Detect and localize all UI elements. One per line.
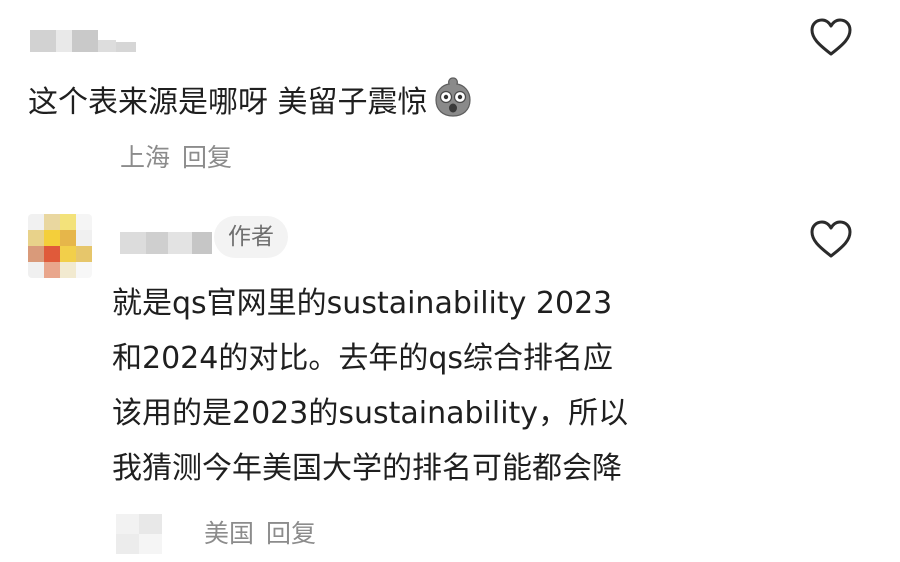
username-redacted[interactable] xyxy=(120,232,212,254)
comment-line: 和2024的对比。去年的qs综合排名应 xyxy=(112,341,614,376)
username-redacted[interactable] xyxy=(30,30,136,52)
heart-outline-icon[interactable] xyxy=(808,218,854,260)
avatar[interactable] xyxy=(28,214,92,278)
comment-line: 就是qs官网里的sustainability 2023 xyxy=(112,286,613,321)
reply-button[interactable]: 回复 xyxy=(266,519,316,548)
reply-button[interactable]: 回复 xyxy=(182,143,232,172)
comment-line: 该用的是2023的sustainability，所以 xyxy=(112,396,629,431)
author-badge: 作者 xyxy=(214,216,288,258)
comment-meta: 上海 回复 xyxy=(120,138,232,174)
location-label: 上海 xyxy=(120,143,171,172)
heart-outline-icon[interactable] xyxy=(808,16,854,58)
comment-text-content: 这个表来源是哪呀 美留子震惊 xyxy=(28,85,428,120)
comment-text: 这个表来源是哪呀 美留子震惊 xyxy=(28,74,476,122)
location-label: 美国 xyxy=(204,519,255,548)
comment-text: 就是qs官网里的sustainability 2023 和2024的对比。去年的… xyxy=(112,276,628,496)
shocked-face-icon xyxy=(434,77,471,117)
comment-meta: 美国 回复 xyxy=(204,514,316,550)
redacted-patch xyxy=(116,514,162,554)
comment-line: 我猜测今年美国大学的排名可能都会降 xyxy=(112,451,622,486)
